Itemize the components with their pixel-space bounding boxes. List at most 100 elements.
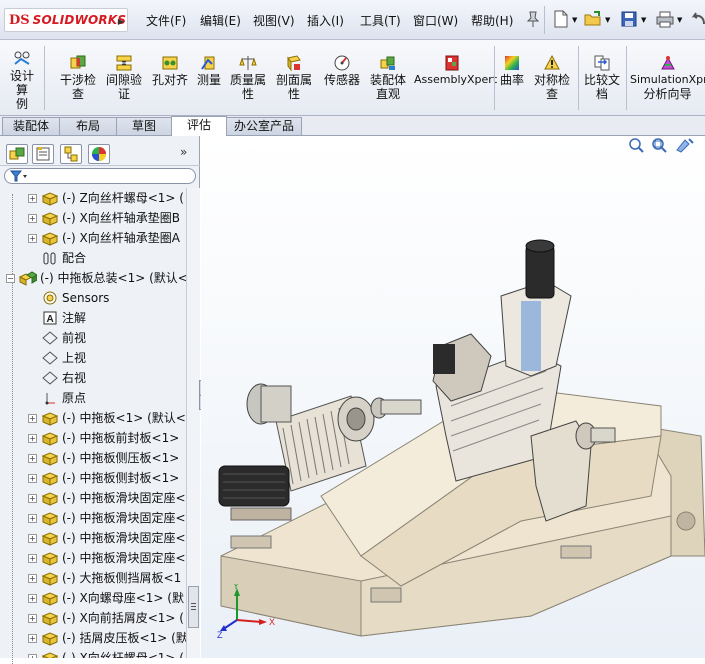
expand-panel-icon[interactable]: »: [180, 145, 187, 159]
tree-item[interactable]: + (-) 中拖板滑块固定座<: [0, 528, 186, 548]
menu-file[interactable]: 文件(F): [146, 12, 186, 29]
tree-item[interactable]: + (-) X向螺母座<1> (默: [0, 588, 186, 608]
hole-align-button[interactable]: 孔对齐: [150, 54, 190, 87]
expand-icon[interactable]: +: [28, 454, 37, 463]
tree-item[interactable]: + (-) X向丝杆轴承垫圈B: [0, 208, 186, 228]
propertymanager-tab[interactable]: [32, 144, 54, 164]
compare-documents-button[interactable]: 比较文档: [582, 54, 622, 101]
feature-manager-tabs: »: [0, 136, 200, 166]
tab-office-products[interactable]: 办公室产品: [226, 117, 302, 135]
expand-icon[interactable]: +: [28, 634, 37, 643]
ds-logo-mark: DS: [9, 12, 30, 28]
tab-sketch[interactable]: 草图: [116, 117, 172, 135]
assemblyxpert-button[interactable]: AssemblyXpert: [414, 54, 497, 87]
new-dropdown-icon[interactable]: ▼: [572, 16, 577, 24]
tree-item[interactable]: + (-) 中拖板前封板<1>: [0, 428, 186, 448]
tree-item[interactable]: + (-) Z向丝杆螺母<1> (: [0, 188, 186, 208]
tree-item[interactable]: 原点: [0, 388, 186, 408]
tree-item[interactable]: + (-) X向丝杆轴承垫圈A: [0, 228, 186, 248]
sensor-button[interactable]: 传感器: [322, 54, 362, 87]
part-icon: [41, 212, 59, 226]
symmetry-check-button[interactable]: 对称检查: [532, 54, 572, 101]
tree-item[interactable]: + (-) 中拖板滑块固定座<: [0, 508, 186, 528]
part-icon: [41, 512, 59, 526]
graphics-area[interactable]: Y X Z: [201, 136, 705, 658]
configurationmanager-tab[interactable]: [60, 144, 82, 164]
assembly-visualization-button[interactable]: 装配体 直观: [367, 54, 409, 101]
scrollbar-thumb[interactable]: [188, 586, 199, 628]
axis-triad: Y X Z: [217, 584, 275, 640]
print-dropdown-icon[interactable]: ▼: [677, 16, 682, 24]
solidworks-logo[interactable]: DS SOLIDWORKS ▶: [4, 8, 128, 32]
expand-icon[interactable]: +: [28, 214, 37, 223]
mass-properties-button[interactable]: 质量属性: [228, 54, 268, 101]
tab-evaluate[interactable]: 评估: [171, 116, 227, 136]
tree-item[interactable]: + (-) X向丝杆螺母<1> (: [0, 648, 186, 658]
cnc-lathe-model[interactable]: [201, 136, 705, 658]
tree-item[interactable]: + (-) 中拖板滑块固定座<: [0, 488, 186, 508]
expand-icon[interactable]: +: [28, 194, 37, 203]
tree-item-label: (-) 中拖板前封板<1>: [62, 431, 180, 445]
tree-item[interactable]: Sensors: [0, 288, 186, 308]
expand-icon[interactable]: +: [28, 514, 37, 523]
save-icon[interactable]: [620, 10, 638, 28]
simulationxpress-button[interactable]: SimulationXpres分析向导: [630, 54, 705, 102]
tree-item[interactable]: − (-) 中拖板总装<1> (默认<: [0, 268, 186, 288]
print-icon[interactable]: [656, 10, 674, 28]
tree-item-label: (-) 大拖板侧挡屑板<1: [62, 571, 182, 585]
tree-item[interactable]: 前视: [0, 328, 186, 348]
expand-icon[interactable]: +: [28, 414, 37, 423]
tree-item[interactable]: + (-) X向前括屑皮<1> (: [0, 608, 186, 628]
tree-item[interactable]: + (-) 中拖板侧压板<1>: [0, 448, 186, 468]
menu-view[interactable]: 视图(V): [253, 12, 295, 29]
expand-icon[interactable]: +: [28, 434, 37, 443]
interference-button[interactable]: 干涉检查: [58, 54, 98, 101]
expand-icon[interactable]: +: [28, 594, 37, 603]
pin-icon[interactable]: [524, 10, 542, 28]
expand-icon[interactable]: +: [28, 534, 37, 543]
expand-icon[interactable]: +: [28, 554, 37, 563]
expand-icon[interactable]: +: [28, 474, 37, 483]
curvature-button[interactable]: 曲率: [498, 54, 526, 87]
collapse-icon[interactable]: −: [6, 274, 15, 283]
tree-item[interactable]: + (-) 中拖板滑块固定座<: [0, 548, 186, 568]
open-folder-icon[interactable]: [584, 10, 602, 28]
tab-assembly[interactable]: 装配体: [2, 117, 60, 135]
expand-icon[interactable]: +: [28, 654, 37, 658]
tab-layout[interactable]: 布局: [59, 117, 117, 135]
tree-item[interactable]: + (-) 中拖板<1> (默认<: [0, 408, 186, 428]
measure-button[interactable]: 测量: [194, 54, 224, 87]
part-icon: [41, 572, 59, 586]
feature-tree: + (-) Z向丝杆螺母<1> (+ (-) X向丝杆轴承垫圈B + (-) X向丝杆轴…: [0, 188, 186, 658]
tree-item[interactable]: + (-) 中拖板侧封板<1>: [0, 468, 186, 488]
tree-filter[interactable]: [4, 168, 196, 184]
open-dropdown-icon[interactable]: ▼: [605, 16, 610, 24]
sensors-icon: [43, 291, 57, 305]
tree-scrollbar[interactable]: [186, 188, 200, 658]
display-manager-tab[interactable]: [88, 144, 110, 164]
expand-icon[interactable]: +: [28, 494, 37, 503]
section-properties-button[interactable]: 剖面属性: [274, 54, 314, 101]
menu-help[interactable]: 帮助(H): [471, 12, 513, 29]
tree-item[interactable]: + (-) 大拖板侧挡屑板<1: [0, 568, 186, 588]
tree-item[interactable]: 右视: [0, 368, 186, 388]
expand-icon[interactable]: +: [28, 574, 37, 583]
tree-item[interactable]: + (-) 括屑皮压板<1> (默: [0, 628, 186, 648]
menu-insert[interactable]: 插入(I): [307, 12, 344, 29]
clearance-icon: [116, 55, 132, 71]
menu-edit[interactable]: 编辑(E): [200, 12, 241, 29]
tree-item[interactable]: 配合: [0, 248, 186, 268]
tree-item[interactable]: A 注解: [0, 308, 186, 328]
tree-item[interactable]: 上视: [0, 348, 186, 368]
expand-icon[interactable]: +: [28, 614, 37, 623]
part-icon: [41, 472, 59, 486]
expand-icon[interactable]: +: [28, 234, 37, 243]
featuremanager-tab[interactable]: [6, 144, 28, 164]
menu-window[interactable]: 窗口(W): [413, 12, 458, 29]
new-document-icon[interactable]: [552, 10, 570, 28]
save-dropdown-icon[interactable]: ▼: [641, 16, 646, 24]
menu-tools[interactable]: 工具(T): [360, 12, 401, 29]
undo-icon[interactable]: [690, 10, 705, 28]
tree-item-label: (-) 中拖板滑块固定座<: [62, 491, 186, 505]
clearance-button[interactable]: 间隙验证: [104, 54, 144, 101]
